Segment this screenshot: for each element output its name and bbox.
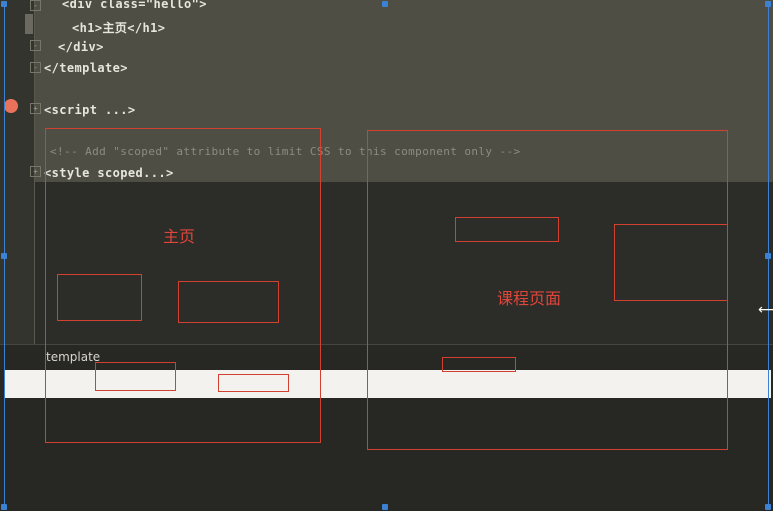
- course-block[interactable]: [442, 357, 516, 372]
- breakpoint-icon[interactable]: [4, 99, 18, 113]
- fold-expand-icon[interactable]: +: [30, 103, 41, 114]
- editor-gutter: [0, 0, 34, 344]
- fold-toggle-icon[interactable]: -: [30, 62, 41, 73]
- course-page-label: 课程页面: [497, 289, 562, 308]
- code-line[interactable]: <script ...>: [44, 103, 136, 117]
- fold-expand-icon[interactable]: +: [30, 166, 41, 177]
- course-block[interactable]: [614, 224, 728, 301]
- course-block[interactable]: [455, 217, 559, 242]
- resize-handle[interactable]: [1, 253, 7, 259]
- resize-handle[interactable]: [765, 504, 771, 510]
- fold-toggle-icon[interactable]: -: [30, 40, 41, 51]
- resize-handle[interactable]: [382, 1, 388, 7]
- home-block[interactable]: [95, 362, 176, 391]
- resize-handle[interactable]: [382, 504, 388, 510]
- resize-handle[interactable]: [1, 1, 7, 7]
- code-line[interactable]: </div>: [58, 40, 104, 54]
- fold-toggle-icon[interactable]: -: [30, 0, 41, 11]
- code-line[interactable]: <div class="hello">: [62, 0, 207, 11]
- home-block[interactable]: [178, 281, 279, 323]
- resize-handle[interactable]: [765, 1, 771, 7]
- home-block[interactable]: [57, 274, 142, 321]
- current-line-marker: [25, 14, 33, 34]
- resize-handle[interactable]: [1, 504, 7, 510]
- home-page-label: 主页: [163, 227, 196, 246]
- resize-cursor-icon: ⟷: [758, 302, 773, 318]
- code-line[interactable]: </template>: [44, 61, 128, 75]
- resize-handle[interactable]: [765, 253, 771, 259]
- code-line[interactable]: <h1>主页</h1>: [72, 19, 165, 36]
- home-block[interactable]: [218, 374, 289, 392]
